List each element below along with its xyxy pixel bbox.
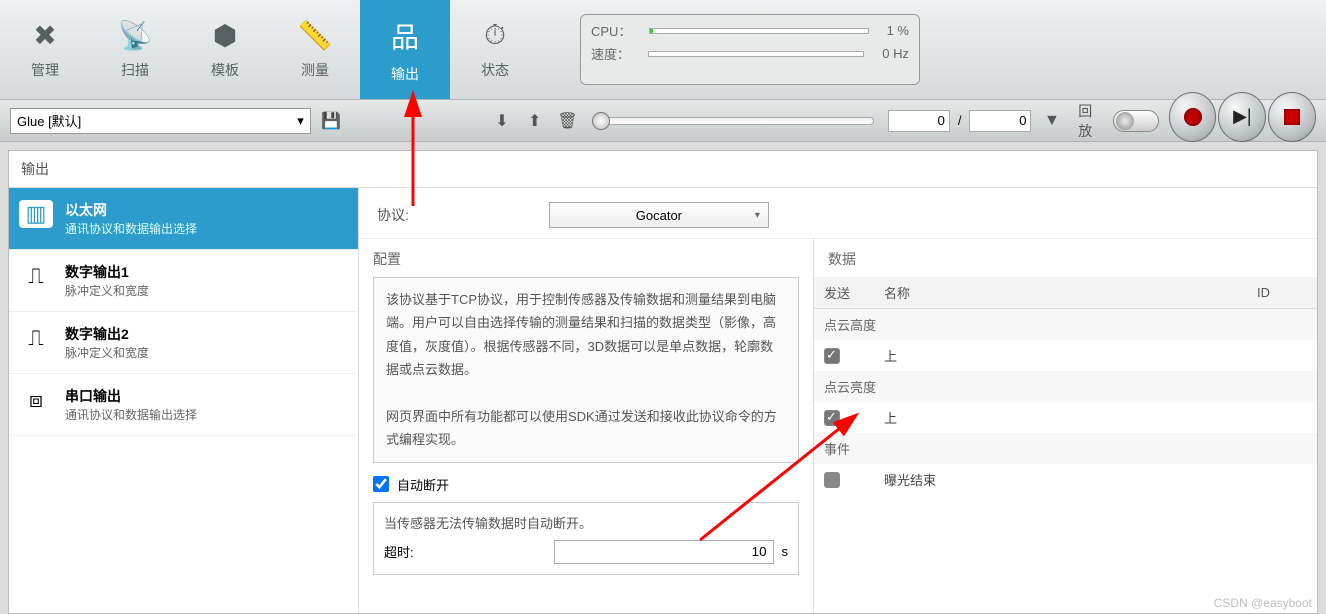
data-header: 数据 (814, 249, 1317, 269)
funnel-icon: ▼ (1044, 112, 1060, 130)
timeout-box: 当传感器无法传输数据时自动断开。 超时: s (373, 502, 799, 575)
speed-value: 0 Hz (882, 46, 909, 61)
secondary-toolbar: Glue [默认] ▾ 💾 ⬇ ⬆ 🗑 / ▼ 回放 ▶| (0, 100, 1326, 142)
sidebar-item-digital2[interactable]: ⎍ 数字输出2脉冲定义和宽度 (9, 312, 358, 374)
tab-output[interactable]: 品输出 (360, 0, 450, 99)
panel-title: 输出 (9, 151, 1317, 188)
filter-button[interactable]: ▼ (1039, 108, 1064, 134)
send-checkbox[interactable] (824, 348, 840, 364)
data-row[interactable]: 上 (814, 340, 1317, 371)
cube-icon: ⬢ (213, 19, 237, 52)
data-row[interactable]: 上 (814, 402, 1317, 433)
tab-template[interactable]: ⬢模板 (180, 0, 270, 99)
watermark: CSDN @easyboot (1214, 596, 1312, 610)
speed-label: 速度： (591, 44, 630, 63)
cpu-bar (649, 28, 868, 34)
tab-status[interactable]: ⏱状态 (450, 0, 540, 99)
sidebar-item-ethernet[interactable]: ▥ 以太网通讯协议和数据输出选择 (9, 188, 358, 250)
timeout-desc: 当传感器无法传输数据时自动断开。 (384, 513, 788, 532)
frame-pos-input[interactable] (888, 110, 950, 132)
tab-measure[interactable]: 📏测量 (270, 0, 360, 99)
upload-icon: ⬆ (528, 111, 541, 131)
chevron-down-icon: ▾ (297, 113, 304, 129)
cpu-label: CPU： (591, 21, 631, 40)
data-group-row: 事件 (814, 433, 1317, 464)
data-row[interactable]: 曝光结束 (814, 464, 1317, 495)
frame-sep: / (958, 113, 962, 128)
data-table: 发送 名称 ID 点云高度上点云亮度上事件曝光结束 (814, 277, 1317, 495)
sidebar-item-serial[interactable]: ⧈ 串口输出通讯协议和数据输出选择 (9, 374, 358, 436)
config-header: 配置 (373, 249, 799, 269)
step-button[interactable]: ▶| (1218, 92, 1266, 142)
timeout-unit: s (782, 544, 789, 559)
pulse-icon: ⎍ (19, 324, 53, 352)
slider-knob[interactable] (592, 112, 610, 130)
ethernet-icon: ▥ (19, 200, 53, 228)
network-icon: 品 (391, 16, 419, 56)
tab-manage[interactable]: ✖管理 (0, 0, 90, 99)
serial-icon: ⧈ (19, 386, 53, 414)
main-toolbar: ✖管理 📡扫描 ⬢模板 📏测量 品输出 ⏱状态 CPU： 1 % 速度： 0 H… (0, 0, 1326, 100)
stop-button[interactable] (1268, 92, 1316, 142)
output-sidebar: ▥ 以太网通讯协议和数据输出选择 ⎍ 数字输出1脉冲定义和宽度 ⎍ 数字输出2脉… (9, 188, 359, 613)
delete-button[interactable]: 🗑 (555, 108, 580, 134)
auto-disconnect-checkbox[interactable]: 自动断开 (373, 475, 799, 494)
frame-total-input[interactable] (969, 110, 1031, 132)
pulse-icon: ⎍ (19, 262, 53, 290)
wrench-icon: ✖ (33, 19, 56, 52)
save-button[interactable]: 💾 (319, 108, 344, 134)
download-button[interactable]: ⬇ (490, 108, 515, 134)
upload-button[interactable]: ⬆ (522, 108, 547, 134)
protocol-label: 协议: (377, 205, 409, 225)
col-send: 发送 (814, 277, 874, 309)
speed-bar (648, 51, 864, 57)
replay-toggle[interactable] (1113, 110, 1159, 132)
job-select-value: Glue [默认] (17, 111, 81, 130)
send-checkbox[interactable] (824, 410, 840, 426)
timeout-input[interactable] (554, 540, 774, 564)
data-group-row: 点云高度 (814, 309, 1317, 341)
cpu-value: 1 % (887, 23, 909, 38)
playback-slider[interactable] (594, 117, 874, 125)
col-name: 名称 (874, 277, 1247, 309)
gauge-icon: ⏱ (484, 19, 506, 52)
sidebar-item-digital1[interactable]: ⎍ 数字输出1脉冲定义和宽度 (9, 250, 358, 312)
tab-scan[interactable]: 📡扫描 (90, 0, 180, 99)
output-panel: 输出 ▥ 以太网通讯协议和数据输出选择 ⎍ 数字输出1脉冲定义和宽度 ⎍ 数字输… (8, 150, 1318, 614)
save-icon: 💾 (321, 111, 341, 131)
config-description: 该协议基于TCP协议，用于控制传感器及传输数据和测量结果到电脑端。用户可以自由选… (373, 277, 799, 463)
output-content: 协议: Gocator 配置 该协议基于TCP协议，用于控制传感器及传输数据和测… (359, 188, 1317, 613)
wifi-icon: 📡 (118, 19, 153, 52)
col-id: ID (1247, 277, 1317, 309)
protocol-select[interactable]: Gocator (549, 202, 769, 228)
job-select[interactable]: Glue [默认] ▾ (10, 108, 311, 134)
timeout-label: 超时: (384, 542, 414, 561)
status-box: CPU： 1 % 速度： 0 Hz (580, 14, 920, 85)
send-checkbox[interactable] (824, 472, 840, 488)
download-icon: ⬇ (495, 111, 508, 131)
ruler-icon: 📏 (298, 19, 333, 52)
data-group-row: 点云亮度 (814, 371, 1317, 402)
replay-label: 回放 (1078, 101, 1105, 141)
record-button[interactable] (1169, 92, 1217, 142)
trash-icon: 🗑 (557, 111, 577, 131)
